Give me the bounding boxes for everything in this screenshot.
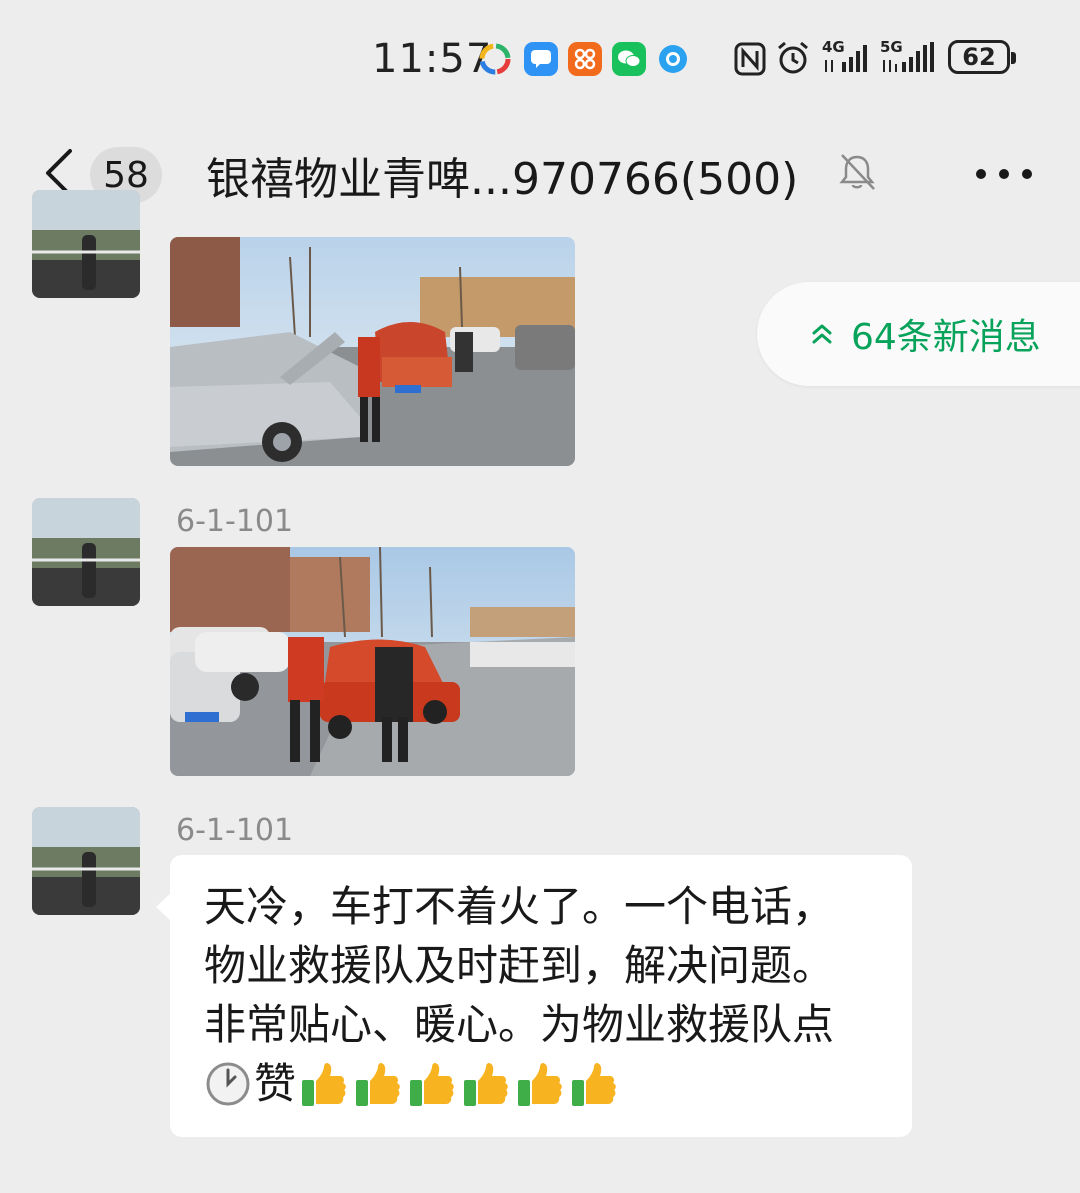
pinwheel-app-icon [478,42,512,76]
battery-indicator: 62 [948,40,1016,74]
sender-avatar[interactable] [32,190,140,298]
thumbs-up-emoji-icon [518,1062,562,1106]
message-bubble[interactable]: 天冷，车打不着火了。一个电话， 物业救援队及时赶到，解决问题。 非常贴心、暖心。… [156,855,912,1137]
message-line: 非常贴心、暖心。为物业救援队点 [204,1000,835,1049]
thumbs-up-emoji-icon [464,1062,508,1106]
message-line: 物业救援队及时赶到，解决问题。 [204,941,835,990]
alarm-icon [776,40,810,76]
sender-avatar[interactable] [32,807,140,915]
chat-header: 58 银禧物业青啤...970766(500) [0,115,1080,235]
signal-4g-icon: 4G [822,38,868,76]
message-text: 赞 [254,1059,297,1108]
thumbs-up-emoji-icon [572,1062,616,1106]
message-line: 赞 [204,1054,884,1113]
thumbs-up-emoji-icon [356,1062,400,1106]
new-messages-button[interactable]: 64条新消息 [757,282,1080,386]
signal-5g-icon: 5G [880,38,938,76]
message-photo[interactable] [170,237,575,466]
new-messages-label: 64条新消息 [851,317,1041,358]
thumbs-up-emoji-group [300,1060,624,1108]
more-dot-icon [999,169,1009,179]
status-time: 11:57 [372,36,493,82]
wechat-app-icon [612,42,646,76]
mute-bell-icon [836,151,878,193]
more-dot-icon [976,169,986,179]
thumbs-up-emoji-icon [302,1062,346,1106]
nfc-icon [734,40,766,76]
more-options-button[interactable] [976,169,1032,181]
sender-name: 6-1-101 [176,813,294,848]
taobao-app-icon [568,42,602,76]
browser-app-icon [656,42,690,76]
more-dot-icon [1022,169,1032,179]
sender-name: 6-1-101 [176,504,294,539]
chat-bubble-app-icon [524,42,558,76]
thumbs-up-emoji-icon [410,1062,454,1106]
chat-title: 银禧物业青啤...970766(500) [206,154,799,205]
clock-emoji-icon [206,1062,250,1105]
message-photo[interactable] [170,547,575,776]
message-line: 天冷，车打不着火了。一个电话， [204,882,835,931]
sender-avatar[interactable] [32,498,140,606]
status-bar: 11:57 4G 5G 62 [0,0,1080,115]
double-chevron-up-icon [812,324,832,344]
